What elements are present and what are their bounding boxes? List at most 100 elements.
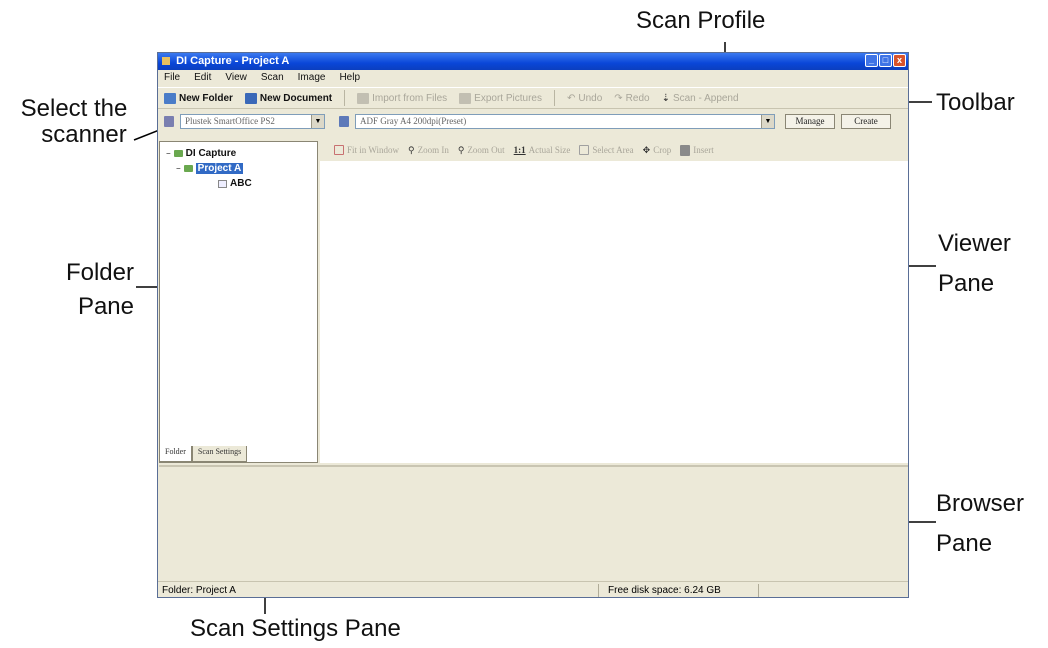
folder-icon: [164, 92, 176, 104]
tree-root-label: DI Capture: [185, 148, 237, 159]
actual-size-label: Actual Size: [528, 145, 571, 155]
window-title: DI Capture - Project A: [176, 55, 290, 67]
actual-size-button[interactable]: 1:1 Actual Size: [514, 145, 571, 155]
browser-pane[interactable]: [159, 465, 908, 581]
title-bar[interactable]: DI Capture - Project A _ □ x: [158, 53, 908, 70]
collapse-icon[interactable]: −: [166, 149, 171, 158]
import-files-label: Import from Files: [372, 92, 448, 104]
annotation-folder-line1: Folder: [65, 259, 134, 286]
select-area-label: Select Area: [592, 145, 634, 155]
scanner-icon: [164, 115, 174, 127]
chevron-down-icon[interactable]: ▼: [761, 114, 774, 128]
crop-icon: ✥: [642, 144, 651, 155]
scan-append-button[interactable]: ⇣ Scan - Append: [662, 93, 739, 104]
scan-profile-select[interactable]: ADF Gray A4 200dpi(Preset) ▼: [355, 113, 775, 129]
manage-button[interactable]: Manage: [785, 113, 835, 129]
tree-document-label: ABC: [230, 178, 252, 189]
tree-item-root[interactable]: − DI Capture: [166, 148, 236, 159]
menu-bar: File Edit View Scan Image Help: [158, 70, 908, 86]
status-folder: Folder: Project A: [162, 585, 236, 596]
menu-image[interactable]: Image: [298, 70, 326, 86]
minimize-button[interactable]: _: [865, 54, 878, 67]
import-icon: [357, 92, 370, 104]
close-button[interactable]: x: [893, 54, 906, 67]
crop-label: Crop: [653, 145, 672, 155]
tree-item-project[interactable]: − Project A: [176, 163, 244, 174]
undo-label: Undo: [578, 92, 603, 104]
zoom-in-button[interactable]: ⚲ Zoom In: [408, 145, 449, 156]
select-area-icon: [579, 145, 590, 155]
annotation-viewer-line2: Pane: [938, 270, 995, 297]
collapse-icon[interactable]: −: [176, 164, 181, 173]
annotation-scan-settings-pane: Scan Settings Pane: [190, 615, 401, 642]
annotation-viewer-pane: Viewer Pane: [938, 224, 1011, 304]
tab-scan-settings[interactable]: Scan Settings: [191, 446, 248, 462]
app-window: DI Capture - Project A _ □ x File Edit V…: [157, 52, 909, 598]
scan-icon: ⇣: [661, 92, 670, 104]
status-divider: [598, 584, 599, 597]
scanner-select-value: Plustek SmartOffice PS2: [185, 116, 275, 126]
zoom-in-icon: ⚲: [407, 144, 415, 155]
menu-help[interactable]: Help: [339, 70, 360, 86]
status-disk-space: Free disk space: 6.24 GB: [608, 585, 721, 596]
annotation-select-scanner: Select the scanner: [4, 95, 144, 149]
chevron-down-icon[interactable]: ▼: [311, 114, 324, 128]
document-icon: [218, 179, 227, 188]
redo-label: Redo: [625, 92, 650, 104]
annotation-folder-line2: Pane: [77, 293, 134, 320]
fit-window-icon: [334, 145, 344, 155]
annotation-viewer-line1: Viewer: [938, 230, 1011, 257]
new-document-label: New Document: [259, 92, 333, 104]
menu-file[interactable]: File: [164, 70, 180, 86]
insert-label: Insert: [693, 145, 714, 155]
annotation-browser-line1: Browser: [936, 490, 1025, 517]
create-button[interactable]: Create: [841, 113, 891, 129]
document-icon: [244, 92, 257, 104]
insert-icon: [680, 144, 691, 156]
annotation-scan-profile: Scan Profile: [636, 7, 766, 34]
main-toolbar: New Folder New Document Import from File…: [158, 87, 908, 109]
tab-folder[interactable]: Folder: [159, 446, 192, 462]
redo-icon: ↷: [614, 92, 623, 104]
status-bar: Folder: Project A Free disk space: 6.24 …: [158, 581, 908, 597]
new-folder-button[interactable]: New Folder: [164, 92, 233, 104]
maximize-button[interactable]: □: [879, 54, 892, 67]
redo-button[interactable]: ↷ Redo: [614, 93, 649, 104]
menu-edit[interactable]: Edit: [194, 70, 211, 86]
annotation-browser-line2: Pane: [936, 530, 993, 557]
export-pictures-button[interactable]: Export Pictures: [459, 92, 542, 104]
new-document-button[interactable]: New Document: [244, 92, 333, 104]
select-area-button[interactable]: Select Area: [579, 145, 634, 155]
new-folder-label: New Folder: [179, 92, 233, 104]
undo-icon: ↶: [566, 92, 576, 104]
viewer-toolbar: Fit in Window ⚲ Zoom In ⚲ Zoom Out 1:1 A…: [328, 140, 908, 160]
annotation-browser-pane: Browser Pane: [936, 484, 1024, 564]
annotation-folder-pane: Folder Pane: [54, 256, 134, 324]
viewer-pane[interactable]: [320, 161, 908, 463]
zoom-in-label: Zoom In: [417, 145, 449, 155]
annotation-select-scanner-line2: scanner: [41, 121, 127, 149]
toolbar-separator: [344, 90, 346, 106]
scanner-select[interactable]: Plustek SmartOffice PS2 ▼: [180, 113, 325, 129]
zoom-out-button[interactable]: ⚲ Zoom Out: [458, 145, 505, 156]
tree-item-document[interactable]: ABC: [218, 178, 252, 189]
annotation-select-scanner-line1: Select the: [20, 95, 128, 122]
insert-button[interactable]: Insert: [680, 144, 714, 156]
undo-button[interactable]: ↶ Undo: [567, 93, 602, 104]
menu-scan[interactable]: Scan: [261, 70, 284, 86]
tree-project-label: Project A: [195, 163, 244, 174]
fit-in-window-label: Fit in Window: [347, 145, 399, 155]
crop-button[interactable]: ✥ Crop: [643, 145, 672, 156]
export-pictures-label: Export Pictures: [474, 92, 542, 104]
menu-view[interactable]: View: [225, 70, 247, 86]
export-icon: [459, 92, 472, 104]
actual-size-icon: 1:1: [513, 145, 526, 155]
fit-in-window-button[interactable]: Fit in Window: [334, 145, 399, 155]
status-divider: [758, 584, 759, 597]
scan-append-label: Scan - Append: [672, 92, 739, 104]
pane-tabs: Folder Scan Settings: [159, 446, 248, 462]
folder-icon: [173, 150, 183, 157]
annotation-toolbar: Toolbar: [936, 89, 1015, 116]
import-files-button[interactable]: Import from Files: [357, 92, 448, 104]
folder-icon: [183, 165, 193, 172]
